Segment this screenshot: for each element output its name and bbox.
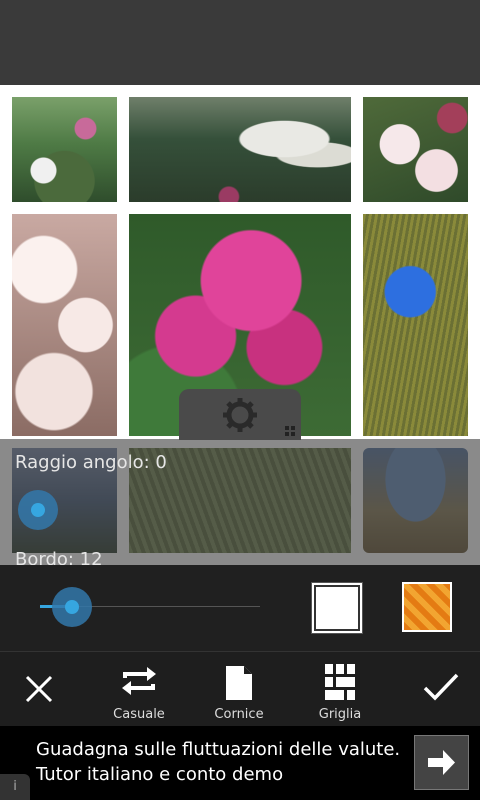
ad-line-1: Guadagna sulle fluttuazioni delle valute… <box>36 739 401 760</box>
check-icon <box>423 673 459 701</box>
corner-radius-slider-thumb[interactable] <box>18 490 58 530</box>
border-color-white-swatch[interactable] <box>311 582 363 634</box>
ad-line-2: Tutor italiano e conto demo <box>36 764 284 785</box>
collage-photo[interactable] <box>12 214 117 436</box>
collage-photo[interactable] <box>129 97 351 202</box>
ad-banner[interactable]: Guadagna sulle fluttuazioni delle valute… <box>0 726 480 800</box>
frame-button[interactable]: Cornice <box>200 652 278 727</box>
frame-label: Cornice <box>214 707 264 722</box>
corner-radius-label: Raggio angolo: 0 <box>15 452 167 473</box>
resize-handle-icon <box>285 426 295 436</box>
frame-icon <box>226 666 252 700</box>
border-pattern-swatch[interactable] <box>402 582 452 632</box>
shuffle-button[interactable]: Casuale <box>100 652 178 727</box>
collage-photo[interactable] <box>12 97 117 202</box>
collage-photo[interactable] <box>363 97 468 202</box>
close-icon <box>25 675 53 703</box>
top-bar <box>0 0 480 85</box>
collage-photo[interactable] <box>363 214 468 436</box>
grid-label: Griglia <box>318 707 362 722</box>
bottom-toolbar: Casuale Cornice Griglia <box>0 651 480 727</box>
border-slider-thumb[interactable] <box>52 587 92 627</box>
shuffle-label: Casuale <box>113 707 165 722</box>
grid-button[interactable]: Griglia <box>301 652 379 727</box>
confirm-button[interactable] <box>402 652 480 727</box>
gear-icon <box>223 398 257 432</box>
cancel-button[interactable] <box>0 652 78 727</box>
ad-info-icon[interactable]: i <box>0 774 30 800</box>
border-controls <box>0 565 480 651</box>
ad-text: Guadagna sulle fluttuazioni delle valute… <box>36 737 400 787</box>
shuffle-icon <box>122 667 156 695</box>
settings-tab[interactable] <box>179 389 301 440</box>
grid-icon <box>325 664 355 700</box>
ad-open-button[interactable] <box>414 735 469 790</box>
arrow-right-icon <box>428 750 455 775</box>
